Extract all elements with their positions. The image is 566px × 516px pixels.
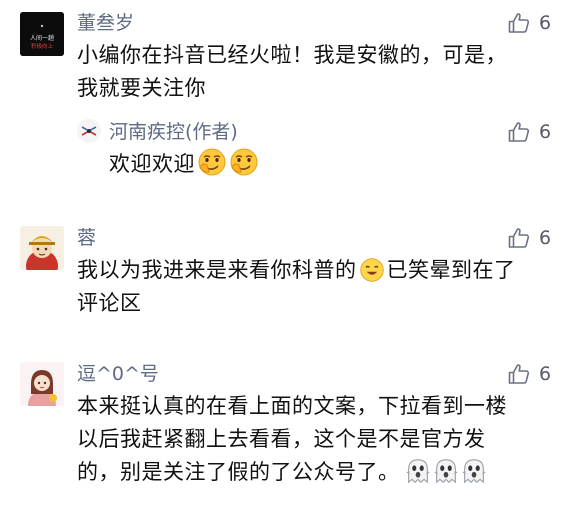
avatar[interactable] bbox=[20, 226, 64, 270]
svg-text:人间一趟: 人间一趟 bbox=[30, 34, 54, 42]
like-button[interactable]: 6 bbox=[507, 119, 551, 145]
like-button[interactable]: 6 bbox=[507, 225, 551, 251]
comment-text-part: 的，别是关注了假的了公众号了。 bbox=[77, 460, 400, 484]
comment-text-line: 本来挺认真的在看上面的文案，下拉看到一楼 bbox=[77, 394, 507, 418]
comment-username[interactable]: 董叁岁 bbox=[77, 12, 134, 34]
reply-text: 欢迎欢迎 bbox=[109, 147, 549, 181]
comment-text: 我以为我进来是来看你科普的 已笑晕到在了 评论区 bbox=[77, 254, 557, 320]
comment-text-line: 的，别是关注了假的了公众号了。 bbox=[77, 456, 557, 489]
avatar[interactable]: 人间一趟 积极向上 bbox=[20, 12, 64, 56]
ghost-emoji-icon bbox=[460, 457, 488, 485]
comment-text-part: 我以为我进来是来看你科普的 bbox=[77, 258, 357, 282]
like-count: 6 bbox=[539, 121, 552, 143]
comment-text-line: 评论区 bbox=[77, 291, 142, 315]
thumbs-up-icon bbox=[507, 120, 531, 144]
comment-text-line: 我就要关注你 bbox=[77, 76, 206, 100]
smirk-emoji-icon bbox=[197, 147, 227, 177]
thumbs-up-icon bbox=[507, 362, 531, 386]
ghost-emoji-icon bbox=[432, 457, 460, 485]
comment-text-line: 小编你在抖音已经火啦！我是安徽的，可是， bbox=[77, 43, 507, 67]
svg-text:积极向上: 积极向上 bbox=[31, 42, 54, 50]
like-count: 6 bbox=[539, 12, 552, 34]
like-count: 6 bbox=[539, 227, 552, 249]
like-count: 6 bbox=[539, 363, 552, 385]
like-button[interactable]: 6 bbox=[507, 10, 551, 36]
reply-username[interactable]: 河南疾控(作者) bbox=[109, 121, 238, 143]
comment-username[interactable]: 蓉 bbox=[77, 227, 96, 249]
ghost-emoji-icon bbox=[404, 457, 432, 485]
smirk-emoji-icon bbox=[229, 147, 259, 177]
comment-text: 本来挺认真的在看上面的文案，下拉看到一楼 以后我赶紧翻上去看看，这个是不是官方发… bbox=[77, 390, 557, 489]
comment-text-line: 以后我赶紧翻上去看看，这个是不是官方发 bbox=[77, 427, 486, 451]
reply-text-content: 欢迎欢迎 bbox=[109, 152, 195, 176]
reply-avatar[interactable] bbox=[77, 119, 101, 143]
thumbs-up-icon bbox=[507, 11, 531, 35]
like-button[interactable]: 6 bbox=[507, 361, 551, 387]
avatar[interactable] bbox=[20, 362, 64, 406]
comment-text-part: 已笑晕到在了 bbox=[386, 258, 516, 282]
thumbs-up-icon bbox=[507, 226, 531, 250]
comment-username[interactable]: 逗^0^号 bbox=[77, 363, 159, 385]
laughing-emoji-icon bbox=[359, 257, 385, 283]
comment-text-line: 我以为我进来是来看你科普的 已笑晕到在了 bbox=[77, 254, 557, 287]
comment-text: 小编你在抖音已经火啦！我是安徽的，可是， 我就要关注你 bbox=[77, 39, 557, 105]
